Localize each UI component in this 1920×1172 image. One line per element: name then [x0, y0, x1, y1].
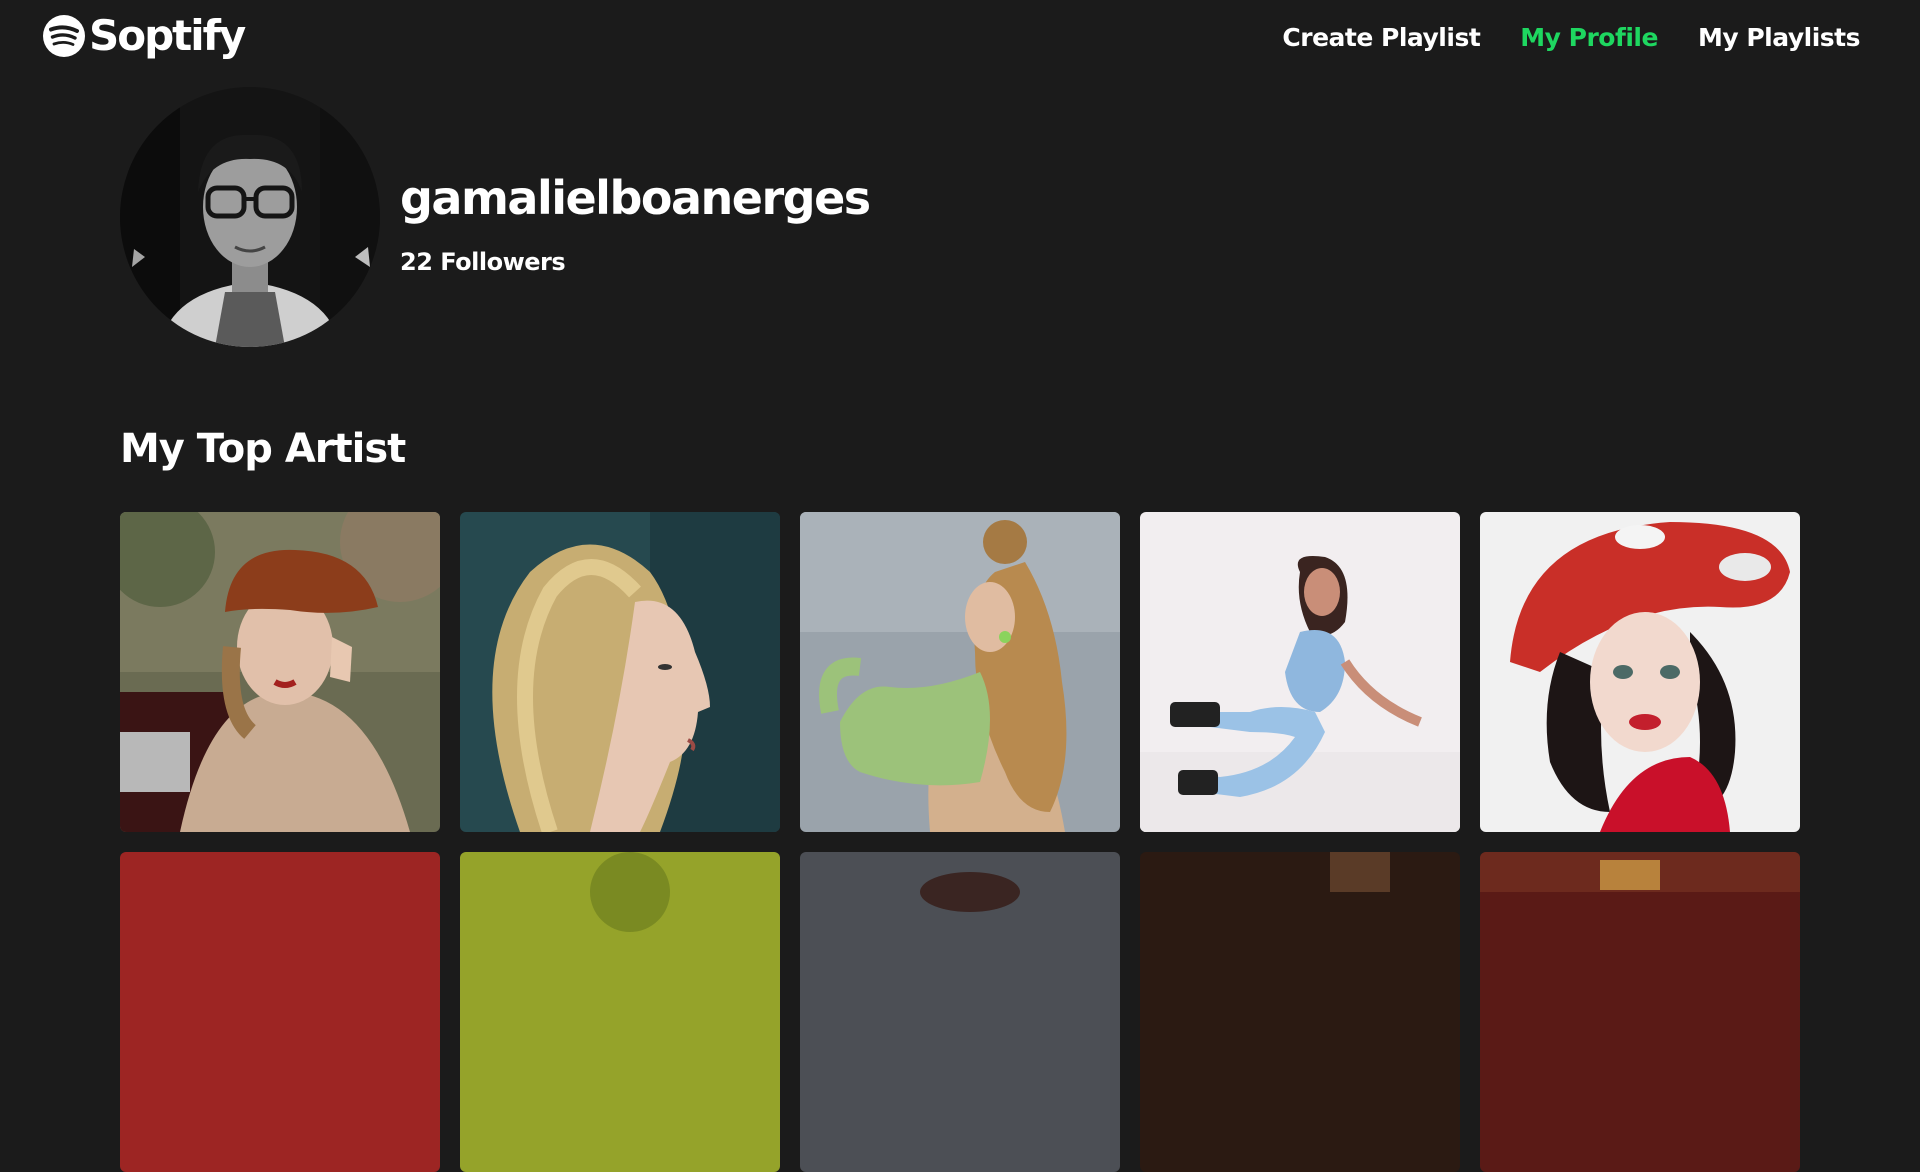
nav-my-profile[interactable]: My Profile [1520, 20, 1658, 56]
nav-my-playlists[interactable]: My Playlists [1698, 20, 1861, 56]
artist-card[interactable] [1140, 512, 1460, 832]
brand-logo[interactable]: Soptify [42, 11, 246, 60]
artist-card[interactable] [1480, 512, 1800, 832]
artist-image [460, 512, 780, 832]
artist-card[interactable] [800, 852, 1120, 1172]
artist-image [800, 512, 1120, 832]
profile-avatar [120, 87, 380, 347]
artist-card[interactable] [800, 512, 1120, 832]
navbar: Soptify Create Playlist My Profile My Pl… [0, 0, 1920, 78]
nav-links: Create Playlist My Profile My Playlists [1242, 20, 1860, 56]
artist-card[interactable] [460, 512, 780, 832]
soptify-logo-icon [43, 15, 85, 57]
artist-card[interactable] [120, 852, 440, 1172]
artist-image [1480, 512, 1800, 832]
profile-followers: 22 Followers [400, 248, 566, 276]
artist-card[interactable] [120, 512, 440, 832]
artist-image [1480, 852, 1800, 1172]
brand-name: Soptify [89, 11, 246, 60]
artist-image [120, 512, 440, 832]
artist-card[interactable] [1140, 852, 1460, 1172]
profile-username: gamalielboanerges [400, 171, 871, 225]
artist-card[interactable] [1480, 852, 1800, 1172]
top-artists-title: My Top Artist [120, 426, 406, 472]
artist-card[interactable] [460, 852, 780, 1172]
artist-image [1140, 512, 1460, 832]
nav-create-playlist[interactable]: Create Playlist [1282, 20, 1480, 56]
artist-image [800, 852, 1120, 1172]
artist-image [120, 852, 440, 1172]
artist-image [460, 852, 780, 1172]
artist-image [1140, 852, 1460, 1172]
